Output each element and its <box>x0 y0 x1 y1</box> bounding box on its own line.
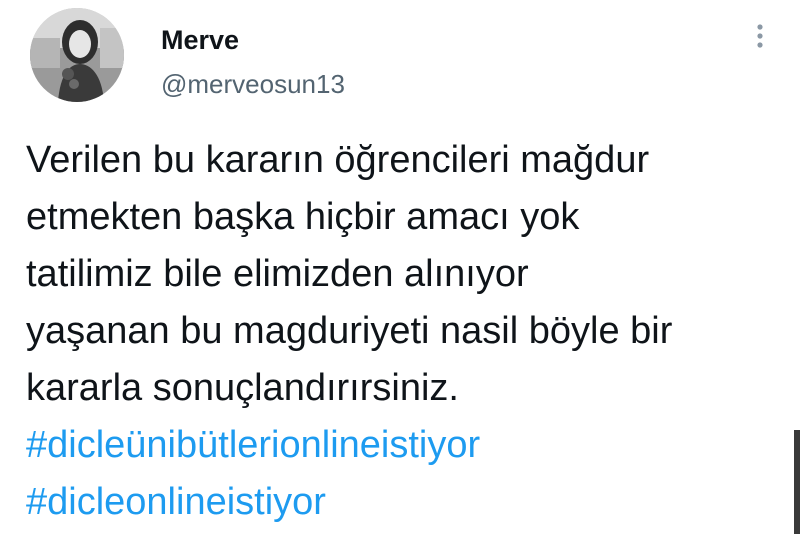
hashtag-link[interactable]: #dicleonlineistiyor <box>26 474 786 531</box>
tweet-text-line: Verilen bu kararın öğrencileri mağdur <box>26 139 650 181</box>
tweet-text-line: kararla sonuçlandırırsiniz. <box>26 367 459 409</box>
tweet-text: Verilen bu kararın öğrencileri mağdur et… <box>26 132 786 531</box>
user-handle[interactable]: @merveosun13 <box>161 68 345 100</box>
avatar-photo <box>30 8 124 102</box>
tweet-text-line: etmekten başka hiçbir amacı yok <box>26 196 580 238</box>
tweet-text-line: tatilimiz bile elimizden alınıyor <box>26 253 529 295</box>
avatar[interactable] <box>30 8 124 102</box>
vertical-ellipsis-icon <box>757 24 763 48</box>
tweet-card: Merve @merveosun13 Verilen bu kararın öğ… <box>0 0 800 534</box>
more-options-button[interactable] <box>746 16 774 56</box>
scrollbar[interactable] <box>794 430 800 534</box>
tweet-text-line: yaşanan bu magduriyeti nasil böyle bir <box>26 310 673 352</box>
display-name[interactable]: Merve <box>161 24 239 56</box>
hashtag-link[interactable]: #dicleünibütlerionlineistiyor <box>26 417 786 474</box>
